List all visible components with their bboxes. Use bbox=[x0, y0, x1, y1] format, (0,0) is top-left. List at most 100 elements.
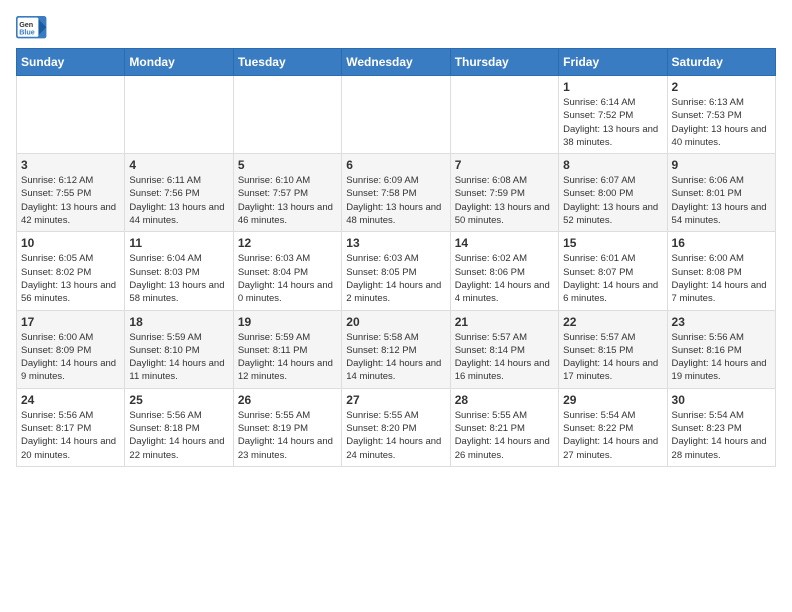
day-info: Sunrise: 6:00 AM Sunset: 8:08 PM Dayligh… bbox=[672, 252, 771, 305]
weekday-header-cell: Thursday bbox=[450, 49, 558, 76]
calendar-day-cell bbox=[233, 76, 341, 154]
day-info: Sunrise: 6:06 AM Sunset: 8:01 PM Dayligh… bbox=[672, 174, 771, 227]
day-info: Sunrise: 6:08 AM Sunset: 7:59 PM Dayligh… bbox=[455, 174, 554, 227]
calendar-day-cell: 9 Sunrise: 6:06 AM Sunset: 8:01 PM Daylig… bbox=[667, 154, 775, 232]
day-info: Sunrise: 6:00 AM Sunset: 8:09 PM Dayligh… bbox=[21, 331, 120, 384]
weekday-header-cell: Tuesday bbox=[233, 49, 341, 76]
calendar-week-row: 10 Sunrise: 6:05 AM Sunset: 8:02 PM Dayli… bbox=[17, 232, 776, 310]
day-number: 3 bbox=[21, 158, 120, 172]
logo-icon: Gen Blue bbox=[16, 16, 48, 40]
day-number: 15 bbox=[563, 236, 662, 250]
calendar-day-cell: 12 Sunrise: 6:03 AM Sunset: 8:04 PM Dayli… bbox=[233, 232, 341, 310]
calendar-week-row: 24 Sunrise: 5:56 AM Sunset: 8:17 PM Dayli… bbox=[17, 388, 776, 466]
day-info: Sunrise: 5:55 AM Sunset: 8:19 PM Dayligh… bbox=[238, 409, 337, 462]
day-info: Sunrise: 5:56 AM Sunset: 8:18 PM Dayligh… bbox=[129, 409, 228, 462]
calendar-day-cell: 27 Sunrise: 5:55 AM Sunset: 8:20 PM Dayli… bbox=[342, 388, 450, 466]
day-info: Sunrise: 5:54 AM Sunset: 8:23 PM Dayligh… bbox=[672, 409, 771, 462]
calendar-day-cell: 24 Sunrise: 5:56 AM Sunset: 8:17 PM Dayli… bbox=[17, 388, 125, 466]
day-number: 12 bbox=[238, 236, 337, 250]
calendar-day-cell: 21 Sunrise: 5:57 AM Sunset: 8:14 PM Dayli… bbox=[450, 310, 558, 388]
day-number: 16 bbox=[672, 236, 771, 250]
weekday-header-cell: Friday bbox=[559, 49, 667, 76]
day-info: Sunrise: 5:58 AM Sunset: 8:12 PM Dayligh… bbox=[346, 331, 445, 384]
day-info: Sunrise: 6:09 AM Sunset: 7:58 PM Dayligh… bbox=[346, 174, 445, 227]
day-info: Sunrise: 6:02 AM Sunset: 8:06 PM Dayligh… bbox=[455, 252, 554, 305]
day-info: Sunrise: 5:59 AM Sunset: 8:10 PM Dayligh… bbox=[129, 331, 228, 384]
calendar-day-cell: 25 Sunrise: 5:56 AM Sunset: 8:18 PM Dayli… bbox=[125, 388, 233, 466]
calendar-body: 1 Sunrise: 6:14 AM Sunset: 7:52 PM Daylig… bbox=[17, 76, 776, 467]
day-number: 10 bbox=[21, 236, 120, 250]
calendar-day-cell: 1 Sunrise: 6:14 AM Sunset: 7:52 PM Daylig… bbox=[559, 76, 667, 154]
weekday-header-cell: Monday bbox=[125, 49, 233, 76]
day-info: Sunrise: 6:07 AM Sunset: 8:00 PM Dayligh… bbox=[563, 174, 662, 227]
calendar-day-cell: 28Sunrise: 5:55 AM Sunset: 8:21 PM Dayli… bbox=[450, 388, 558, 466]
day-number: 24 bbox=[21, 393, 120, 407]
calendar-day-cell: 6 Sunrise: 6:09 AM Sunset: 7:58 PM Daylig… bbox=[342, 154, 450, 232]
day-info: Sunrise: 6:11 AM Sunset: 7:56 PM Dayligh… bbox=[129, 174, 228, 227]
day-info: Sunrise: 5:57 AM Sunset: 8:14 PM Dayligh… bbox=[455, 331, 554, 384]
calendar-day-cell: 14Sunrise: 6:02 AM Sunset: 8:06 PM Dayli… bbox=[450, 232, 558, 310]
day-number: 6 bbox=[346, 158, 445, 172]
day-info: Sunrise: 6:14 AM Sunset: 7:52 PM Dayligh… bbox=[563, 96, 662, 149]
calendar-day-cell: 15 Sunrise: 6:01 AM Sunset: 8:07 PM Dayli… bbox=[559, 232, 667, 310]
calendar-week-row: 17 Sunrise: 6:00 AM Sunset: 8:09 PM Dayli… bbox=[17, 310, 776, 388]
calendar-day-cell: 19 Sunrise: 5:59 AM Sunset: 8:11 PM Dayli… bbox=[233, 310, 341, 388]
day-info: Sunrise: 6:03 AM Sunset: 8:04 PM Dayligh… bbox=[238, 252, 337, 305]
day-number: 27 bbox=[346, 393, 445, 407]
calendar-day-cell: 22Sunrise: 5:57 AM Sunset: 8:15 PM Dayli… bbox=[559, 310, 667, 388]
day-info: Sunrise: 5:54 AM Sunset: 8:22 PM Dayligh… bbox=[563, 409, 662, 462]
day-info: Sunrise: 5:56 AM Sunset: 8:16 PM Dayligh… bbox=[672, 331, 771, 384]
calendar-week-row: 3 Sunrise: 6:12 AM Sunset: 7:55 PM Daylig… bbox=[17, 154, 776, 232]
day-number: 9 bbox=[672, 158, 771, 172]
calendar-day-cell: 23Sunrise: 5:56 AM Sunset: 8:16 PM Dayli… bbox=[667, 310, 775, 388]
calendar-day-cell bbox=[342, 76, 450, 154]
calendar-day-cell bbox=[17, 76, 125, 154]
day-number: 13 bbox=[346, 236, 445, 250]
calendar-day-cell: 17 Sunrise: 6:00 AM Sunset: 8:09 PM Dayli… bbox=[17, 310, 125, 388]
day-info: Sunrise: 6:13 AM Sunset: 7:53 PM Dayligh… bbox=[672, 96, 771, 149]
day-number: 20 bbox=[346, 315, 445, 329]
calendar-day-cell: 7 Sunrise: 6:08 AM Sunset: 7:59 PM Daylig… bbox=[450, 154, 558, 232]
calendar-week-row: 1 Sunrise: 6:14 AM Sunset: 7:52 PM Daylig… bbox=[17, 76, 776, 154]
day-number: 17 bbox=[21, 315, 120, 329]
calendar-day-cell: 10 Sunrise: 6:05 AM Sunset: 8:02 PM Dayli… bbox=[17, 232, 125, 310]
day-number: 7 bbox=[455, 158, 554, 172]
day-number: 5 bbox=[238, 158, 337, 172]
day-info: Sunrise: 5:56 AM Sunset: 8:17 PM Dayligh… bbox=[21, 409, 120, 462]
day-number: 8 bbox=[563, 158, 662, 172]
weekday-header-cell: Sunday bbox=[17, 49, 125, 76]
day-number: 4 bbox=[129, 158, 228, 172]
day-info: Sunrise: 5:55 AM Sunset: 8:20 PM Dayligh… bbox=[346, 409, 445, 462]
calendar-day-cell: 11 Sunrise: 6:04 AM Sunset: 8:03 PM Dayli… bbox=[125, 232, 233, 310]
calendar-day-cell bbox=[125, 76, 233, 154]
day-number: 19 bbox=[238, 315, 337, 329]
calendar-day-cell: 5 Sunrise: 6:10 AM Sunset: 7:57 PM Daylig… bbox=[233, 154, 341, 232]
day-number: 21 bbox=[455, 315, 554, 329]
day-info: Sunrise: 6:04 AM Sunset: 8:03 PM Dayligh… bbox=[129, 252, 228, 305]
calendar-day-cell bbox=[450, 76, 558, 154]
calendar-day-cell: 26 Sunrise: 5:55 AM Sunset: 8:19 PM Dayli… bbox=[233, 388, 341, 466]
calendar-day-cell: 13 Sunrise: 6:03 AM Sunset: 8:05 PM Dayli… bbox=[342, 232, 450, 310]
calendar-day-cell: 30Sunrise: 5:54 AM Sunset: 8:23 PM Dayli… bbox=[667, 388, 775, 466]
day-info: Sunrise: 6:10 AM Sunset: 7:57 PM Dayligh… bbox=[238, 174, 337, 227]
day-info: Sunrise: 5:59 AM Sunset: 8:11 PM Dayligh… bbox=[238, 331, 337, 384]
day-info: Sunrise: 5:57 AM Sunset: 8:15 PM Dayligh… bbox=[563, 331, 662, 384]
day-number: 28 bbox=[455, 393, 554, 407]
day-number: 1 bbox=[563, 80, 662, 94]
calendar-day-cell: 20 Sunrise: 5:58 AM Sunset: 8:12 PM Dayli… bbox=[342, 310, 450, 388]
svg-text:Blue: Blue bbox=[19, 27, 35, 36]
day-number: 26 bbox=[238, 393, 337, 407]
calendar-day-cell: 2Sunrise: 6:13 AM Sunset: 7:53 PM Daylig… bbox=[667, 76, 775, 154]
day-number: 11 bbox=[129, 236, 228, 250]
day-number: 29 bbox=[563, 393, 662, 407]
day-info: Sunrise: 6:05 AM Sunset: 8:02 PM Dayligh… bbox=[21, 252, 120, 305]
day-info: Sunrise: 6:01 AM Sunset: 8:07 PM Dayligh… bbox=[563, 252, 662, 305]
day-info: Sunrise: 6:03 AM Sunset: 8:05 PM Dayligh… bbox=[346, 252, 445, 305]
weekday-header-cell: Wednesday bbox=[342, 49, 450, 76]
header: Gen Blue bbox=[16, 16, 776, 40]
calendar-day-cell: 16 Sunrise: 6:00 AM Sunset: 8:08 PM Dayli… bbox=[667, 232, 775, 310]
day-info: Sunrise: 6:12 AM Sunset: 7:55 PM Dayligh… bbox=[21, 174, 120, 227]
weekday-header-row: SundayMondayTuesdayWednesdayThursdayFrid… bbox=[17, 49, 776, 76]
weekday-header-cell: Saturday bbox=[667, 49, 775, 76]
day-number: 25 bbox=[129, 393, 228, 407]
